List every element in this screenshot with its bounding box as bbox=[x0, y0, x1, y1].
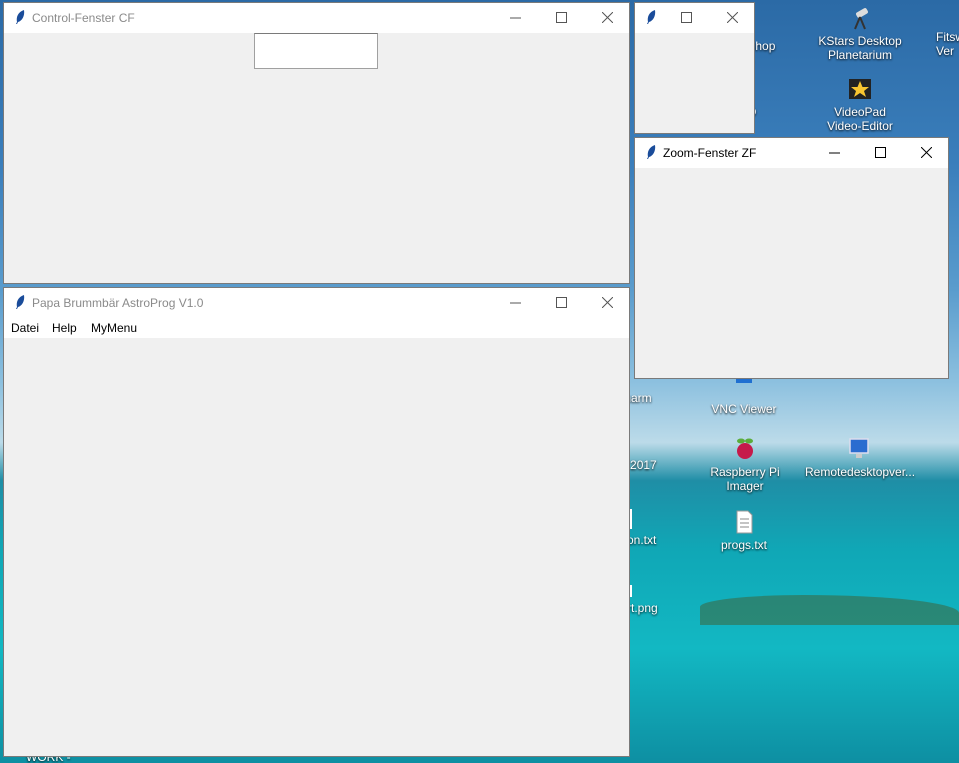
telescope-icon bbox=[854, 8, 868, 30]
raspberry-icon bbox=[737, 438, 753, 459]
desktop-icon-progs-txt[interactable]: progs.txt bbox=[699, 509, 789, 552]
main-window-title: Papa Brummbär AstroProg V1.0 bbox=[32, 296, 204, 310]
island-background bbox=[700, 595, 959, 625]
menu-help[interactable]: Help bbox=[52, 321, 77, 335]
minimize-button[interactable] bbox=[493, 3, 539, 33]
photoshop-icon bbox=[754, 10, 780, 36]
menu-bar: Datei Help MyMenu bbox=[4, 318, 629, 338]
maximize-icon bbox=[556, 297, 567, 308]
minimize-button[interactable] bbox=[812, 138, 858, 168]
minimize-icon bbox=[829, 152, 840, 154]
control-window-titlebar[interactable]: Control-Fenster CF bbox=[4, 3, 629, 33]
control-entry-field[interactable] bbox=[254, 33, 378, 69]
desktop-icon-kstars[interactable]: KStars Desktop Planetarium bbox=[815, 5, 905, 62]
close-button[interactable] bbox=[710, 3, 754, 33]
control-window-title: Control-Fenster CF bbox=[32, 11, 135, 25]
close-button[interactable] bbox=[585, 288, 629, 318]
text-file-icon bbox=[736, 510, 753, 534]
desktop: ftoshop Bit) KStars Desktop Planetarium … bbox=[0, 0, 959, 763]
menu-mymenu[interactable]: MyMenu bbox=[91, 321, 137, 335]
feather-icon bbox=[16, 10, 25, 24]
zoom-window[interactable]: Zoom-Fenster ZF bbox=[634, 137, 949, 379]
small-window[interactable] bbox=[634, 2, 755, 134]
desktop-icon-videopad[interactable]: VideoPad Video-Editor bbox=[815, 76, 905, 133]
feather-icon bbox=[647, 10, 656, 24]
main-window-titlebar[interactable]: Papa Brummbär AstroProg V1.0 bbox=[4, 288, 629, 318]
desktop-icon-raspberry[interactable]: Raspberry Pi Imager bbox=[690, 436, 800, 493]
maximize-icon bbox=[681, 12, 692, 23]
videopad-icon bbox=[849, 79, 871, 99]
close-icon bbox=[921, 147, 932, 158]
maximize-icon bbox=[875, 147, 886, 158]
close-button[interactable] bbox=[585, 3, 629, 33]
maximize-button[interactable] bbox=[539, 3, 585, 33]
desktop-icon-fitswork[interactable]: Fitsw Ver bbox=[912, 30, 959, 58]
menu-datei[interactable]: Datei bbox=[11, 321, 39, 335]
desktop-icon-remote-desktop[interactable]: Remotedesktopver... bbox=[805, 436, 915, 479]
minimize-icon bbox=[510, 302, 521, 304]
minimize-icon bbox=[510, 17, 521, 19]
close-icon bbox=[727, 12, 738, 23]
maximize-icon bbox=[556, 12, 567, 23]
feather-icon bbox=[647, 145, 656, 159]
close-icon bbox=[602, 297, 613, 308]
feather-icon bbox=[16, 295, 25, 309]
maximize-button[interactable] bbox=[664, 3, 710, 33]
maximize-button[interactable] bbox=[858, 138, 904, 168]
remote-desktop-icon bbox=[849, 438, 869, 458]
close-button[interactable] bbox=[904, 138, 948, 168]
control-window[interactable]: Control-Fenster CF bbox=[3, 2, 630, 284]
close-icon bbox=[602, 12, 613, 23]
zoom-window-titlebar[interactable]: Zoom-Fenster ZF bbox=[635, 138, 948, 168]
small-window-titlebar[interactable] bbox=[635, 3, 754, 33]
minimize-button[interactable] bbox=[493, 288, 539, 318]
zoom-window-title: Zoom-Fenster ZF bbox=[663, 146, 757, 160]
desktop-icon-vnc[interactable]: VNC Viewer bbox=[699, 373, 789, 416]
maximize-button[interactable] bbox=[539, 288, 585, 318]
main-window[interactable]: Papa Brummbär AstroProg V1.0 Datei Help … bbox=[3, 287, 630, 757]
